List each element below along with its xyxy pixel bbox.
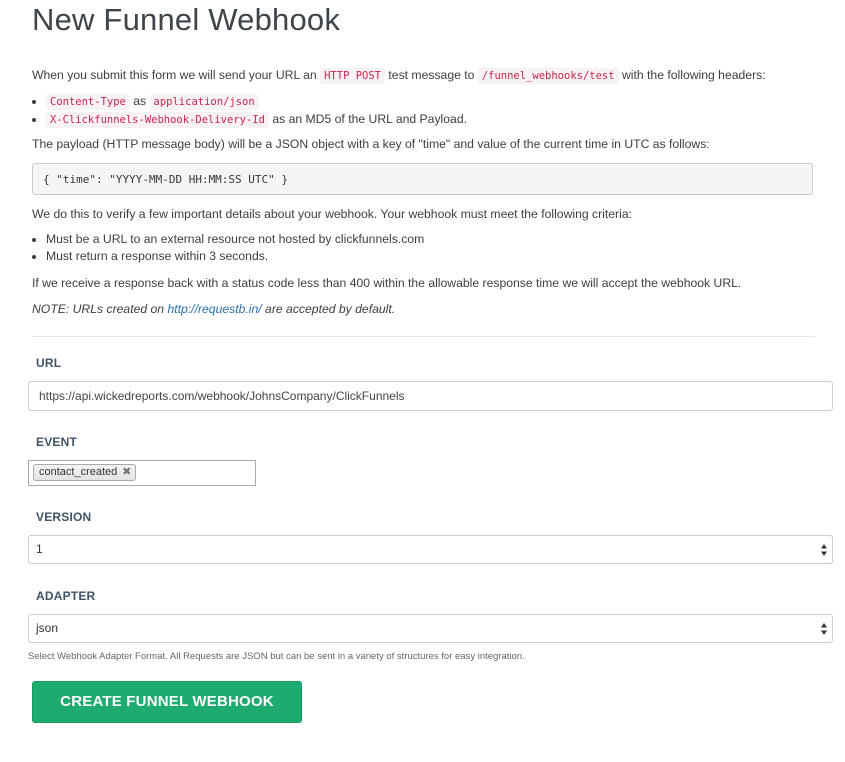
intro-paragraph: When you submit this form we will send y… — [32, 67, 766, 84]
payload-paragraph: The payload (HTTP message body) will be … — [32, 137, 710, 151]
payload-example-code-block: { "time": "YYYY-MM-DD HH:MM:SS UTC" } — [32, 163, 813, 195]
criteria-list: Must be a URL to an external resource no… — [32, 231, 424, 265]
adapter-label: ADAPTER — [36, 589, 96, 603]
adapter-select-value: json — [36, 621, 59, 635]
intro-text-2: test message to — [385, 68, 478, 82]
list-item: Content-Type as application/json — [46, 93, 467, 111]
note-suffix: are accepted by default. — [261, 302, 396, 316]
header-value-code: application/json — [149, 94, 259, 110]
intro-text-3: with the following headers: — [618, 68, 766, 82]
header-name-code: X-Clickfunnels-Webhook-Delivery-Id — [46, 112, 269, 128]
headers-list: Content-Type as application/json X-Click… — [32, 93, 467, 129]
intro-text-1: When you submit this form we will send y… — [32, 68, 321, 82]
create-funnel-webhook-button[interactable]: CREATE FUNNEL WEBHOOK — [32, 681, 302, 723]
test-endpoint-code: /funnel_webhooks/test — [477, 68, 619, 84]
adapter-help-text: Select Webhook Adapter Format. All Reque… — [28, 651, 525, 662]
header-sep: as — [129, 94, 150, 108]
accept-paragraph: If we receive a response back with a sta… — [32, 276, 742, 290]
verify-paragraph: We do this to verify a few important det… — [32, 207, 632, 221]
url-input[interactable]: https://api.wickedreports.com/webhook/Jo… — [28, 381, 833, 411]
list-item: X-Clickfunnels-Webhook-Delivery-Id as an… — [46, 111, 467, 129]
funnel-webhook-page: New Funnel Webhook When you submit this … — [0, 0, 845, 762]
header-name-code: Content-Type — [46, 94, 130, 110]
http-method-code: HTTP POST — [320, 68, 386, 84]
list-item: Must be a URL to an external resource no… — [46, 231, 424, 248]
url-label: URL — [36, 356, 62, 370]
requestbin-link[interactable]: http://requestb.in/ — [167, 302, 261, 316]
event-chip-contact-created: contact_created ✖ — [33, 464, 137, 481]
page-title: New Funnel Webhook — [32, 2, 341, 37]
note-paragraph: NOTE: URLs created on http://requestb.in… — [32, 301, 395, 317]
section-divider — [32, 336, 815, 337]
event-label: EVENT — [36, 435, 78, 449]
event-multiselect[interactable]: contact_created ✖ — [28, 460, 256, 486]
event-chip-label: contact_created — [39, 466, 118, 478]
version-label: VERSION — [36, 510, 92, 524]
version-select-value: 1 — [36, 542, 43, 556]
select-arrows-icon — [821, 623, 827, 635]
note-prefix: NOTE: URLs created on — [32, 302, 168, 316]
header-desc: as an MD5 of the URL and Payload. — [268, 112, 467, 126]
select-arrows-icon — [821, 544, 827, 556]
version-select[interactable]: 1 — [28, 535, 833, 564]
adapter-select[interactable]: json — [28, 614, 833, 643]
remove-chip-icon[interactable]: ✖ — [122, 465, 131, 480]
list-item: Must return a response within 3 seconds. — [46, 248, 424, 265]
